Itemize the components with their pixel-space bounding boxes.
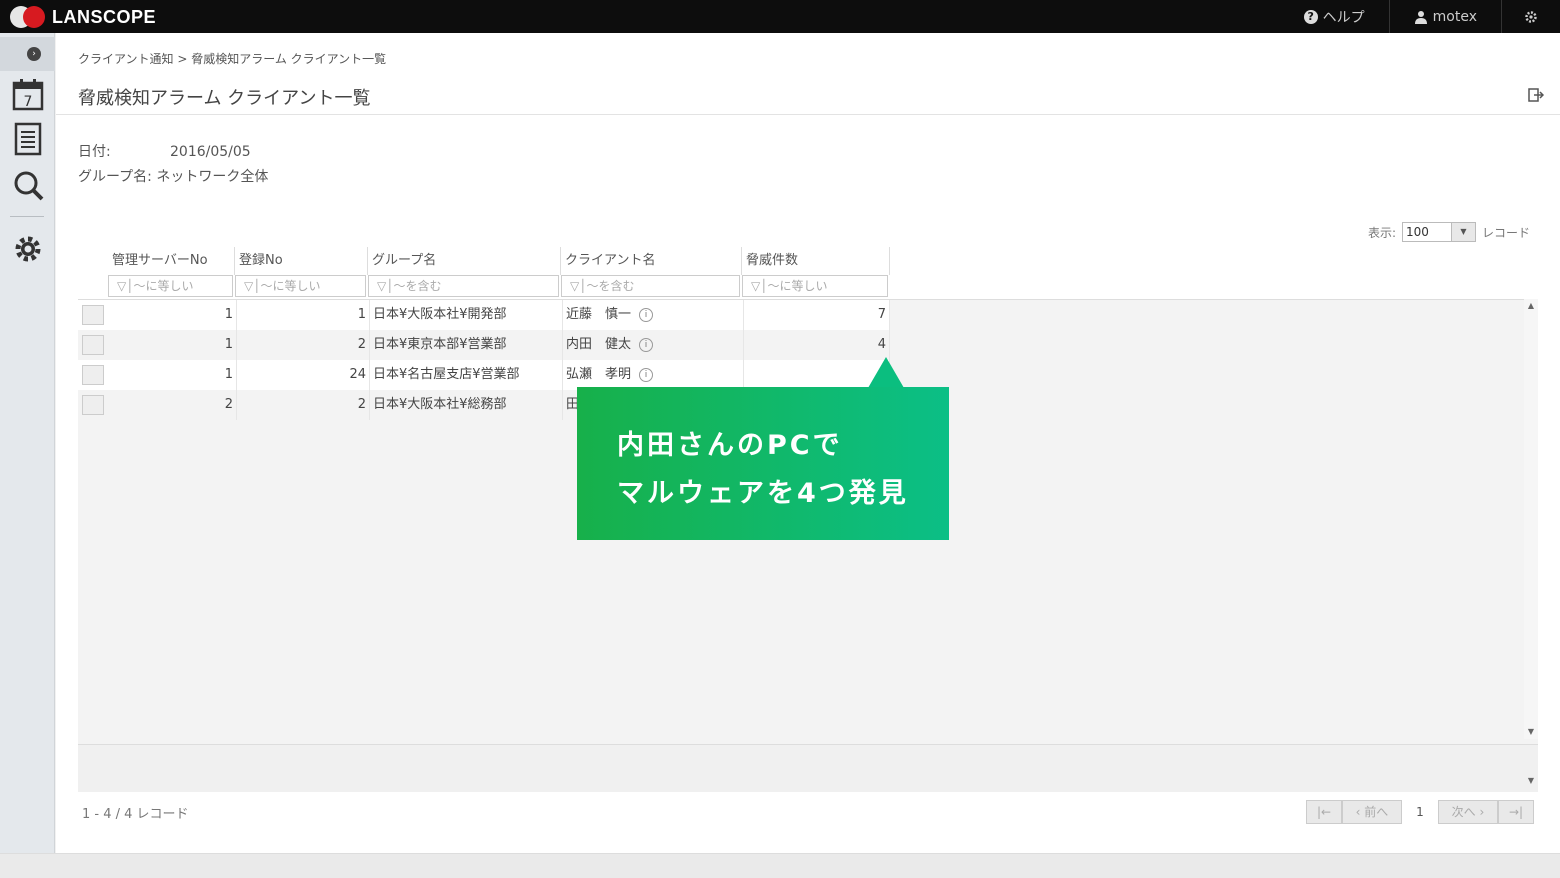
filter-threat-count[interactable]: ▽│～に等しい	[742, 275, 888, 297]
next-page-button[interactable]: 次へ ›	[1438, 800, 1498, 824]
breadcrumb[interactable]: クライアント通知 > 脅威検知アラーム クライアント一覧	[78, 50, 386, 67]
filter-group[interactable]: ▽│～を含む	[368, 275, 559, 297]
brand-name: LANSCOPE	[52, 6, 157, 27]
filter-client[interactable]: ▽│～を含む	[561, 275, 740, 297]
column-header-server-no[interactable]: 管理サーバーNo	[108, 247, 235, 275]
user-label: motex	[1432, 8, 1477, 25]
row-select-button[interactable]	[82, 395, 104, 415]
help-link[interactable]: ? ヘルプ	[1280, 0, 1389, 33]
vertical-scrollbar[interactable]: ▲ ▼	[1524, 299, 1538, 739]
page-size-control: 表示: 100 ▼ レコード	[1368, 222, 1530, 242]
lanscope-logo[interactable]: LANSCOPE	[10, 5, 156, 29]
column-header-client[interactable]: クライアント名	[561, 247, 742, 275]
scroll-down-icon[interactable]: ▼	[1524, 725, 1538, 739]
left-rail: › 7	[0, 33, 55, 853]
date-label: 日付:	[78, 144, 111, 160]
top-bar: LANSCOPE ? ヘルプ motex	[0, 0, 1560, 33]
user-menu[interactable]: motex	[1388, 0, 1501, 33]
export-icon[interactable]	[1528, 87, 1544, 103]
page-number: 1	[1416, 805, 1424, 819]
scroll-up-icon[interactable]: ▲	[1524, 299, 1538, 313]
table-row[interactable]: 1 24 日本¥名古屋支店¥営業部 弘瀬 孝明 i	[78, 360, 890, 390]
scroll-down-icon[interactable]: ▼	[1524, 776, 1538, 790]
record-count: 1 - 4 / 4 レコード	[82, 807, 189, 822]
first-page-button[interactable]: |←	[1306, 800, 1342, 824]
row-select-button[interactable]	[82, 335, 104, 355]
info-icon[interactable]: i	[639, 367, 654, 382]
page-title: 脅威検知アラーム クライアント一覧	[78, 88, 371, 109]
chevron-right-icon: ›	[27, 47, 41, 61]
filter-server-no[interactable]: ▽│～に等しい	[108, 275, 233, 297]
bottom-strip	[0, 853, 1560, 878]
group-value: ネットワーク全体	[156, 169, 269, 185]
column-header-group[interactable]: グループ名	[368, 247, 561, 275]
date-row: 日付: 2016/05/05	[78, 141, 251, 161]
user-icon	[1414, 10, 1427, 24]
callout-line-1: 内田さんのPCで	[617, 430, 843, 461]
chevron-down-icon: ▼	[1450, 223, 1475, 241]
table-header: 管理サーバーNo 登録No グループ名 クライアント名 脅威件数	[108, 247, 890, 275]
callout-pointer	[868, 357, 904, 388]
column-header-threat-count[interactable]: 脅威件数	[742, 247, 890, 275]
last-page-button[interactable]: →|	[1498, 800, 1534, 824]
callout-line-2: マルウェアを4つ発見	[617, 478, 909, 509]
help-label: ヘルプ	[1322, 9, 1365, 26]
pagination: |← ‹ 前へ 1 次へ › →|	[1306, 800, 1534, 824]
column-header-reg-no[interactable]: 登録No	[235, 247, 368, 275]
report-icon[interactable]	[10, 121, 46, 157]
rail-separator	[10, 216, 44, 217]
group-row: グループ名: ネットワーク全体	[78, 166, 268, 186]
page-size-suffix: レコード	[1481, 225, 1530, 240]
filter-row: ▽│～に等しい ▽│～に等しい ▽│～を含む ▽│～を含む ▽│～に等しい	[108, 275, 890, 299]
malware-callout: 内田さんのPCで マルウェアを4つ発見	[577, 387, 949, 540]
group-label: グループ名:	[78, 169, 152, 185]
calendar-icon[interactable]: 7	[10, 77, 46, 113]
filter-reg-no[interactable]: ▽│～に等しい	[235, 275, 366, 297]
svg-text:7: 7	[24, 94, 33, 110]
date-value: 2016/05/05	[170, 144, 251, 160]
page-size-select[interactable]: 100 ▼	[1401, 222, 1476, 242]
settings-menu[interactable]	[1501, 0, 1560, 33]
help-icon: ?	[1303, 9, 1318, 24]
rail-collapse-button[interactable]: ›	[0, 37, 55, 71]
top-nav: ? ヘルプ motex	[1280, 0, 1560, 33]
settings-gear-icon	[1525, 10, 1537, 23]
row-select-button[interactable]	[82, 305, 104, 325]
table-row[interactable]: 1 2 日本¥東京本部¥営業部 内田 健太 i 4	[78, 330, 890, 360]
info-icon[interactable]: i	[639, 307, 654, 322]
title-bar: 脅威検知アラーム クライアント一覧	[56, 75, 1560, 115]
page-size-label: 表示:	[1367, 225, 1396, 240]
prev-page-button[interactable]: ‹ 前へ	[1342, 800, 1402, 824]
table-footer-strip: ▼	[78, 744, 1538, 792]
logo-mark-icon	[10, 6, 46, 28]
gear-icon[interactable]	[10, 231, 46, 267]
info-icon[interactable]: i	[639, 337, 654, 352]
row-select-button[interactable]	[82, 365, 104, 385]
table-row[interactable]: 1 1 日本¥大阪本社¥開発部 近藤 慎一 i 7	[78, 300, 890, 330]
search-icon[interactable]	[10, 167, 46, 203]
